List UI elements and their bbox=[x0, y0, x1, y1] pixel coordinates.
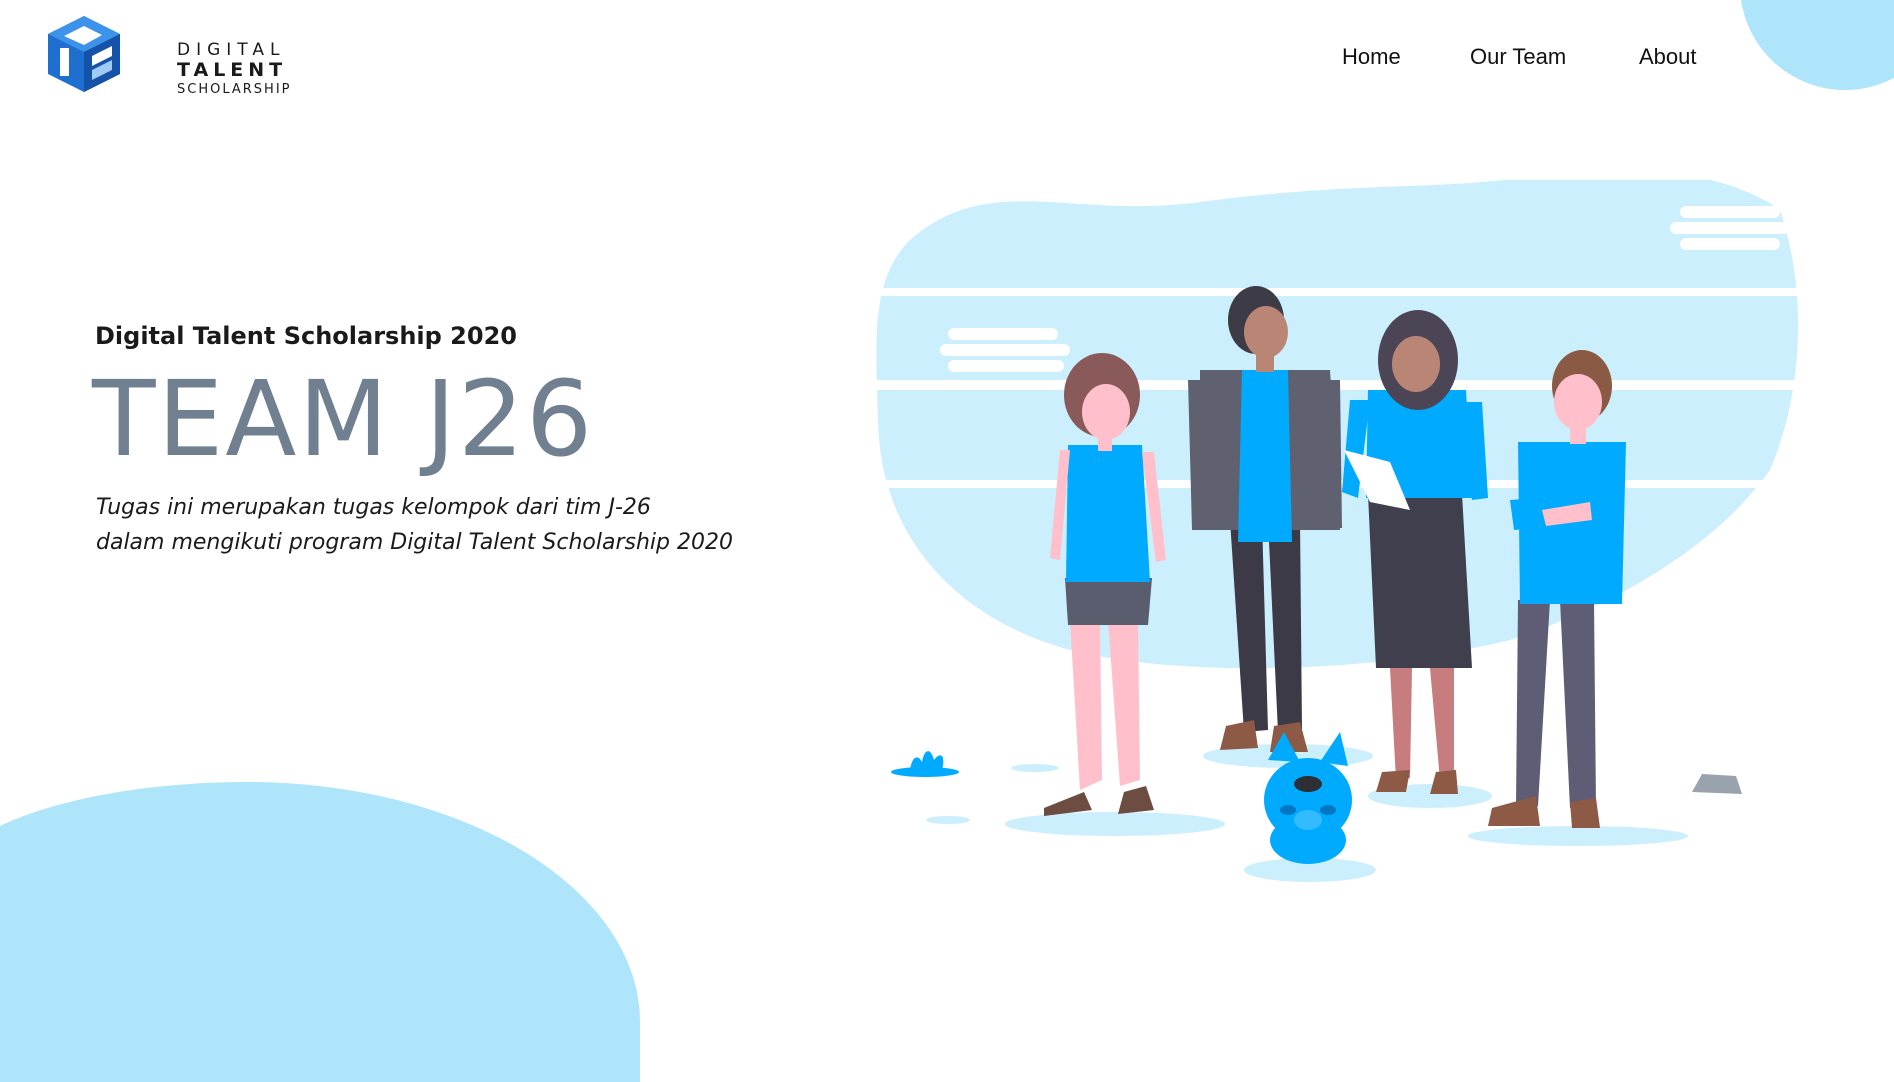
logo-cube-icon bbox=[48, 16, 120, 92]
logo-line-scholarship: SCHOLARSHIP bbox=[177, 82, 292, 97]
logo-wordmark: DIGITAL TALENT SCHOLARSHIP bbox=[177, 40, 292, 97]
rock-icon bbox=[1692, 774, 1742, 794]
hero-subtitle: Digital Talent Scholarship 2020 bbox=[95, 322, 517, 350]
team-illustration bbox=[870, 180, 1820, 882]
nav-home[interactable]: Home bbox=[1342, 44, 1401, 70]
nav-our-team[interactable]: Our Team bbox=[1470, 44, 1566, 70]
water-splash-icon bbox=[891, 751, 959, 777]
hero-description-line-2: dalam mengikuti program Digital Talent S… bbox=[96, 530, 733, 555]
hero-description: Tugas ini merupakan tugas kelompok dari … bbox=[96, 490, 796, 560]
hero-description-line-1: Tugas ini merupakan tugas kelompok dari … bbox=[96, 495, 651, 520]
logo-line-talent: TALENT bbox=[177, 59, 288, 81]
cloud-left-icon bbox=[940, 328, 1070, 372]
logo-line-digital: DIGITAL bbox=[177, 40, 286, 60]
hero-title: TEAM J26 bbox=[92, 358, 595, 480]
nav-about[interactable]: About bbox=[1639, 44, 1697, 70]
logo-link[interactable]: DIGITAL TALENT SCHOLARSHIP bbox=[44, 14, 290, 104]
decor-blob-top-right bbox=[1740, 0, 1894, 90]
cloud-right-icon bbox=[1670, 206, 1790, 250]
decor-blob-bottom-left bbox=[0, 782, 640, 1082]
